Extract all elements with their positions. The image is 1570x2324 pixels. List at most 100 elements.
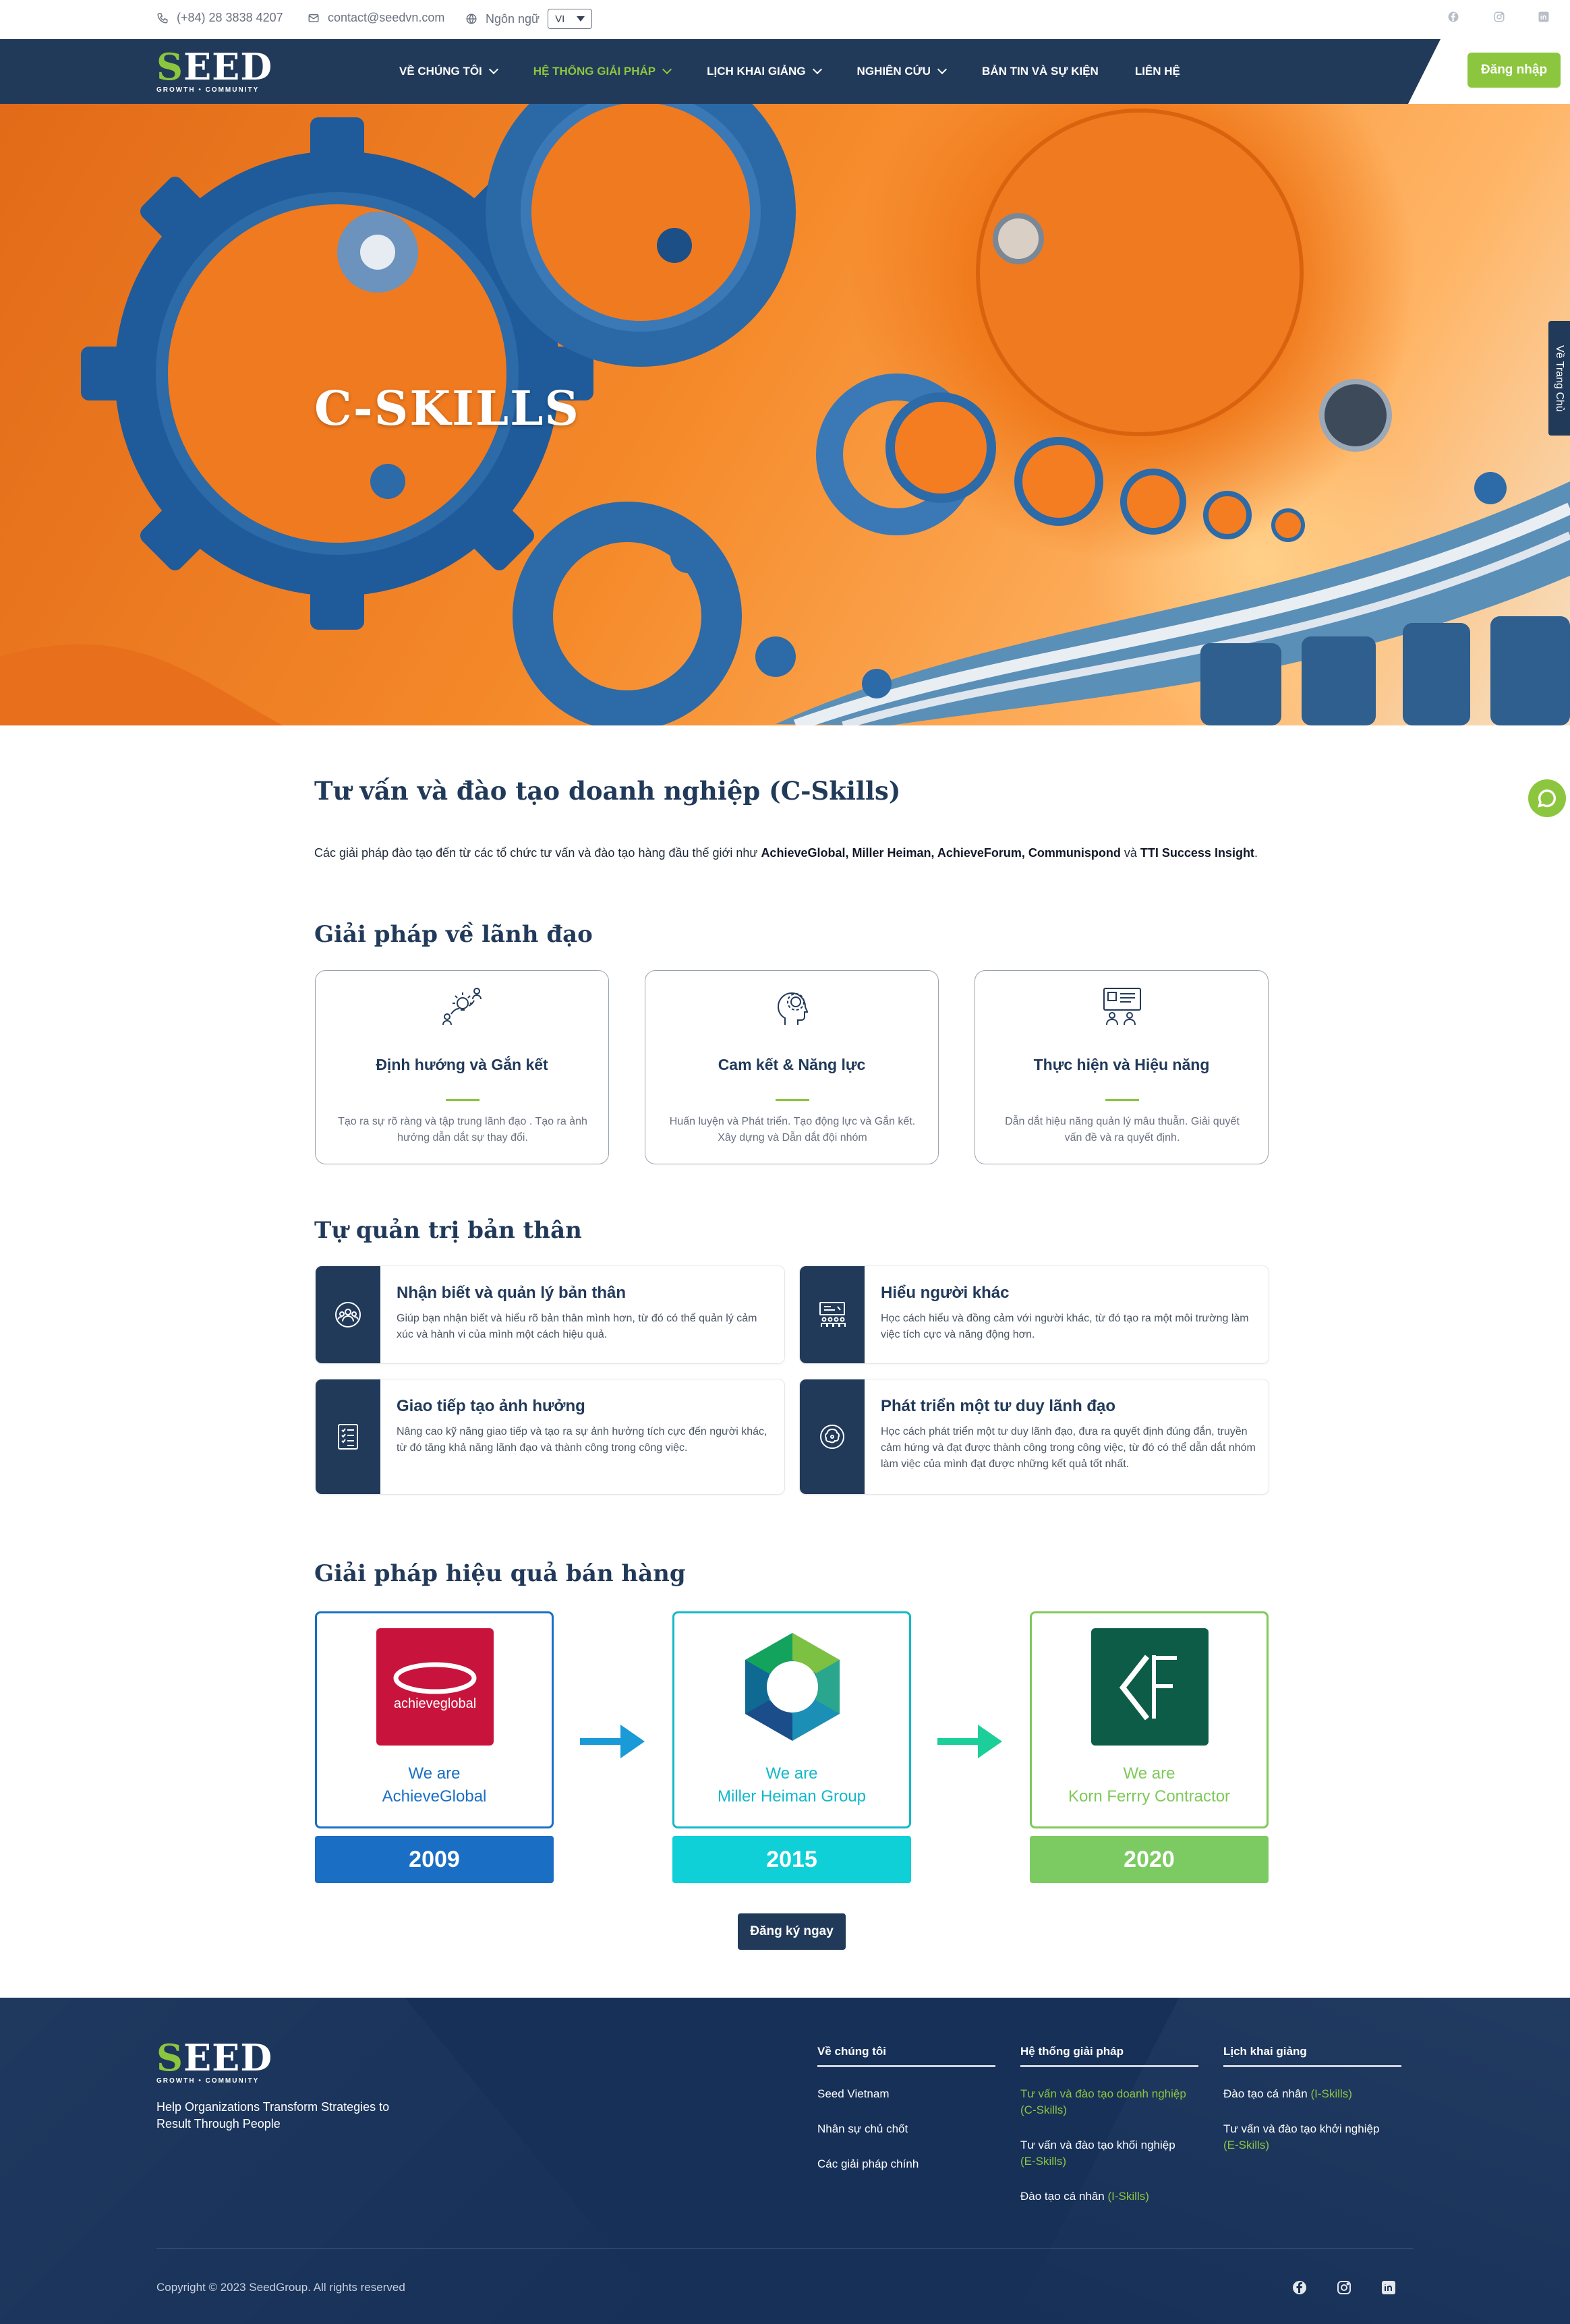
sales-step-name: Korn Ferrry Contractor (1068, 1787, 1231, 1806)
instagram-icon[interactable] (1336, 2280, 1352, 2296)
home-side-tab[interactable]: Về Trang Chủ (1548, 321, 1570, 436)
nav-item-contact[interactable]: LIÊN HỆ (1135, 65, 1180, 78)
footer-link-text: Đào tạo cá nhân (1223, 2087, 1308, 2100)
arrow-right-icon (580, 1725, 645, 1758)
footer-link[interactable]: Nhân sự chủ chốt (817, 2121, 995, 2137)
self-card[interactable]: Phát triển một tư duy lãnh đạo Học cách … (799, 1379, 1269, 1495)
chat-button[interactable] (1528, 779, 1566, 817)
instagram-icon[interactable] (1493, 11, 1505, 23)
self-card-icon-panel (316, 1266, 380, 1363)
self-card[interactable]: Nhận biết và quản lý bản thân Giúp bạn n… (315, 1265, 785, 1364)
achieveglobal-swoosh: achieveglobal (393, 1662, 477, 1711)
nav-menu: VỀ CHÚNG TÔI HỆ THỐNG GIẢI PHÁP LỊCH KHA… (399, 39, 1217, 104)
nav-item-about[interactable]: VỀ CHÚNG TÔI (399, 64, 498, 78)
chat-bubble-icon (1538, 789, 1557, 808)
top-bar: (+84) 28 3838 4207 contact@seedvn.com Ng… (0, 0, 1570, 39)
footer-link-code: (I-Skills) (1310, 2087, 1352, 2100)
sales-heading: Giải pháp hiệu quả bán hàng (314, 1560, 686, 1587)
leadership-card-desc: Tạo ra sự rõ ràng và tập trung lãnh đạo … (338, 1116, 587, 1143)
leadership-card[interactable]: Cam kết & Năng lực Huấn luyện và Phát tr… (645, 970, 939, 1164)
footer-link-code: (E-Skills) (1223, 2139, 1269, 2151)
footer-link-text: Tư vấn và đào tạo khởi nghiệp (1223, 2122, 1380, 2135)
footer-tagline: Help Organizations Transform Strategies … (156, 2100, 390, 2131)
facebook-icon[interactable] (1291, 2280, 1308, 2296)
email-address: contact@seedvn.com (328, 11, 445, 24)
logo-wordmark: SEED (156, 2036, 273, 2079)
nav-label: LỊCH KHAI GIẢNG (707, 65, 806, 78)
hero-banner: C-SKILLS (0, 104, 1570, 725)
self-card[interactable]: Hiểu người khác Học cách hiểu và đồng cả… (799, 1265, 1269, 1364)
nav-item-research[interactable]: NGHIÊN CỨU (856, 64, 948, 78)
leadership-card[interactable]: Định hướng và Gắn kết Tạo ra sự rõ ràng … (315, 970, 609, 1164)
hero-title: C-SKILLS (314, 380, 580, 436)
site-footer: SEED GROWTH • COMMUNITY Help Organizatio… (0, 1998, 1570, 2324)
checklist-icon (338, 1424, 358, 1450)
intro-and: và (1120, 846, 1140, 860)
card-divider (446, 1099, 479, 1101)
sales-step-name: Miller Heiman Group (717, 1787, 867, 1806)
nav-label: NGHIÊN CỨU (856, 65, 931, 78)
phone-icon (157, 13, 168, 24)
logo-wordmark: SEED (156, 45, 273, 88)
self-card-desc: Nâng cao kỹ năng giao tiếp và tạo ra sự … (397, 1426, 767, 1454)
footer-link[interactable]: Tư vấn và đào tạo doanh nghiệp (C-Skills… (1020, 2086, 1198, 2118)
self-card-title: Giao tiếp tạo ảnh hưởng (397, 1397, 585, 1415)
footer-link[interactable]: Đào tạo cá nhân (I-Skills) (1223, 2086, 1401, 2102)
self-card[interactable]: Giao tiếp tạo ảnh hưởng Nâng cao kỹ năng… (315, 1379, 785, 1495)
people-circle-icon (335, 1302, 361, 1328)
intro-text: Các giải pháp đào tạo đến từ các tổ chức… (314, 846, 761, 860)
login-button[interactable]: Đăng nhập (1467, 53, 1561, 88)
sales-step-card[interactable]: We are Korn Ferrry Contractor (1030, 1611, 1269, 1828)
footer-column-heading: Lịch khai giảng (1223, 2045, 1401, 2067)
nav-label: LIÊN HỆ (1134, 65, 1180, 78)
footer-link-text: Đào tạo cá nhân (1020, 2190, 1105, 2203)
sales-step-card[interactable]: We are Miller Heiman Group (672, 1611, 911, 1828)
nav-item-solutions[interactable]: HỆ THỐNG GIẢI PHÁP (533, 64, 672, 78)
nav-item-news[interactable]: BẢN TIN VÀ SỰ KIỆN (982, 65, 1099, 78)
language-value: VI (555, 13, 565, 25)
phone-number: (+84) 28 3838 4207 (177, 11, 283, 24)
footer-logo[interactable]: SEED GROWTH • COMMUNITY (156, 2039, 272, 2085)
leadership-card[interactable]: Thực hiện và Hiệu năng Dẫn dắt hiệu năng… (975, 970, 1269, 1164)
linkedin-icon[interactable] (1538, 11, 1550, 23)
linkedin-icon[interactable] (1380, 2280, 1397, 2296)
email-contact[interactable]: contact@seedvn.com (308, 11, 444, 25)
card-divider (776, 1099, 809, 1101)
globe-icon (466, 13, 477, 24)
facebook-icon[interactable] (1447, 11, 1459, 23)
self-card-desc: Học cách phát triển một tư duy lãnh đạo,… (881, 1426, 1256, 1470)
self-card-icon-panel (800, 1379, 865, 1494)
nav-item-schedule[interactable]: LỊCH KHAI GIẢNG (707, 64, 822, 78)
sales-step-year: 2015 (672, 1836, 911, 1883)
site-logo[interactable]: SEED GROWTH • COMMUNITY (156, 49, 272, 94)
presentation-icon (1103, 988, 1141, 1025)
self-card-desc: Giúp bạn nhận biết và hiểu rõ bản thân m… (397, 1313, 757, 1340)
phone-contact[interactable]: (+84) 28 3838 4207 (156, 11, 283, 25)
language-select[interactable]: VI (548, 9, 593, 29)
head-gear-icon (777, 992, 809, 1025)
page-heading: Tư vấn và đào tạo doanh nghiệp (C-Skills… (314, 776, 901, 806)
copyright-text: Copyright © 2023 SeedGroup. All rights r… (156, 2281, 405, 2294)
footer-link[interactable]: Tư vấn và đào tạo khối nghiệp (E-Skills) (1020, 2137, 1198, 2170)
register-now-button[interactable]: Đăng ký ngay (738, 1913, 846, 1950)
mail-icon (308, 13, 319, 22)
chevron-down-icon (812, 64, 822, 75)
footer-divider (156, 2248, 1414, 2249)
footer-link[interactable]: Các giải pháp chính (817, 2156, 995, 2172)
sales-step-we: We are (408, 1764, 461, 1783)
footer-decor (0, 1998, 674, 2324)
sales-step-we: We are (1123, 1764, 1175, 1783)
footer-link-code: (E-Skills) (1020, 2155, 1066, 2168)
footer-link[interactable]: Đào tạo cá nhân (I-Skills) (1020, 2188, 1198, 2205)
logo-rest: EED (183, 45, 273, 88)
self-card-title: Phát triển một tư duy lãnh đạo (881, 1397, 1116, 1415)
sales-step-name: AchieveGlobal (382, 1787, 487, 1806)
footer-link[interactable]: Seed Vietnam (817, 2086, 995, 2102)
idea-flow-icon (442, 988, 482, 1025)
leadership-card-desc: Huấn luyện và Phát triển. Tạo động lực v… (669, 1116, 916, 1143)
leadership-card-title: Thực hiện và Hiệu năng (1033, 1056, 1210, 1073)
sales-step-card[interactable]: achieveglobal We are AchieveGlobal (315, 1611, 554, 1828)
chevron-down-icon (488, 64, 498, 75)
main-navbar: SEED GROWTH • COMMUNITY VỀ CHÚNG TÔI HỆ … (0, 39, 1570, 104)
footer-link[interactable]: Tư vấn và đào tạo khởi nghiệp (E-Skills) (1223, 2121, 1401, 2153)
